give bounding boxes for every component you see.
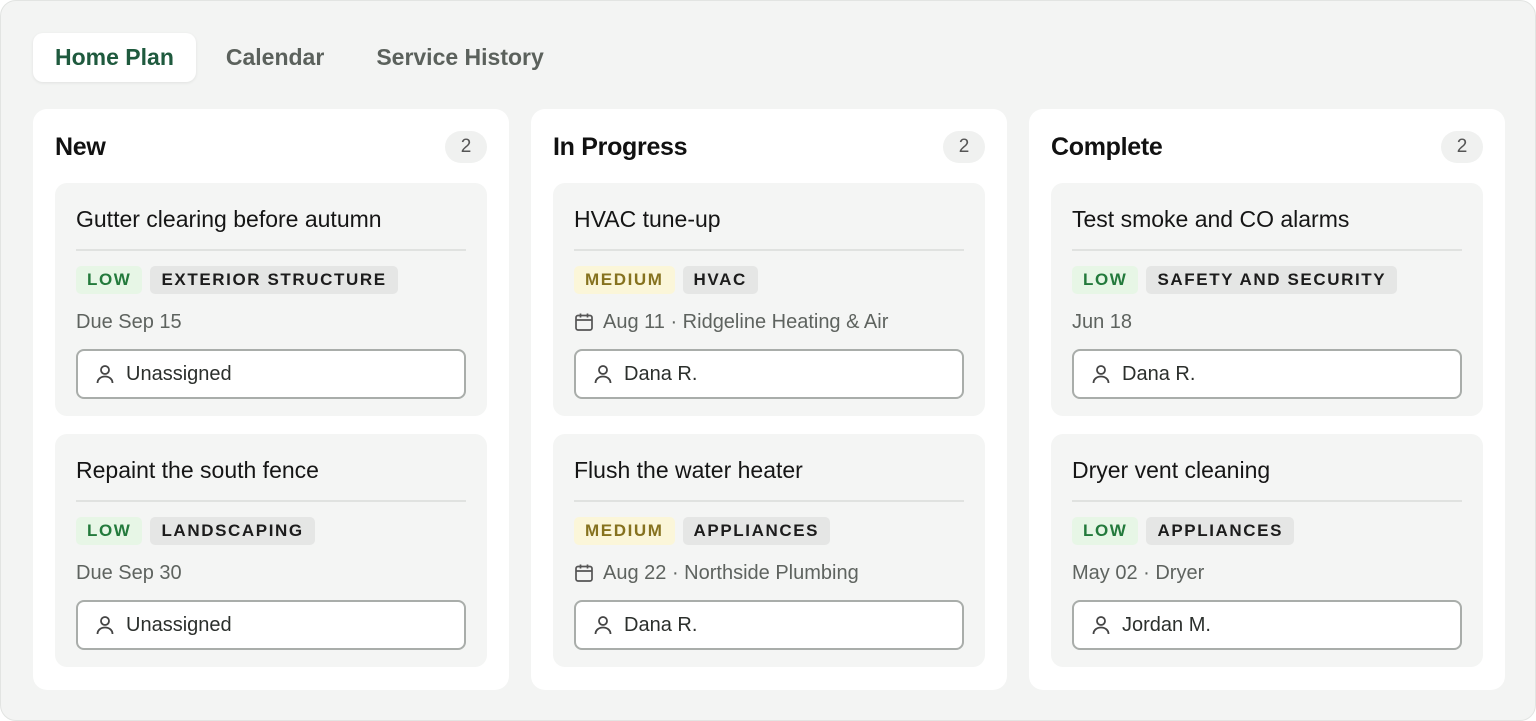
column-in-progress: In Progress 2 HVAC tune-up MEDIUM HVAC A… xyxy=(531,109,1007,690)
task-meta-text: Aug 11 · Ridgeline Heating & Air xyxy=(603,310,889,333)
assignee-name: Dana R. xyxy=(624,362,698,385)
column-count-badge: 2 xyxy=(1441,131,1483,163)
category-badge: APPLIANCES xyxy=(682,517,831,545)
user-icon xyxy=(1092,365,1110,384)
tab-bar: Home Plan Calendar Service History xyxy=(33,33,566,82)
user-icon xyxy=(1092,616,1110,635)
priority-badge: LOW xyxy=(76,266,143,294)
task-meta-text: Jun 18 xyxy=(1072,310,1133,333)
tag-row: LOW APPLIANCES xyxy=(1072,517,1462,545)
task-meta: Aug 22 · Northside Plumbing xyxy=(574,559,964,587)
column-complete: Complete 2 Test smoke and CO alarms LOW … xyxy=(1029,109,1505,690)
task-meta: Due Sep 15 xyxy=(76,308,466,336)
card-divider xyxy=(1072,249,1462,251)
task-meta: May 02 · Dryer xyxy=(1072,559,1462,587)
task-title: Test smoke and CO alarms xyxy=(1072,206,1350,232)
tag-row: LOW EXTERIOR STRUCTURE xyxy=(76,266,466,294)
task-card[interactable]: Flush the water heater MEDIUM APPLIANCES… xyxy=(553,434,985,667)
task-title: Flush the water heater xyxy=(574,457,803,483)
assignee-button[interactable]: Unassigned xyxy=(76,600,466,650)
task-meta-text: Due Sep 30 xyxy=(76,561,182,584)
task-meta: Due Sep 30 xyxy=(76,559,466,587)
task-card[interactable]: Test smoke and CO alarms LOW SAFETY AND … xyxy=(1051,183,1483,416)
user-icon xyxy=(96,616,114,635)
task-meta-text: Due Sep 15 xyxy=(76,310,182,333)
category-badge: APPLIANCES xyxy=(1146,517,1295,545)
tag-row: LOW SAFETY AND SECURITY xyxy=(1072,266,1462,294)
card-divider xyxy=(76,249,466,251)
tag-row: MEDIUM APPLIANCES xyxy=(574,517,964,545)
user-icon xyxy=(594,616,612,635)
calendar-icon xyxy=(575,564,593,582)
assignee-name: Dana R. xyxy=(624,613,698,636)
assignee-button[interactable]: Jordan M. xyxy=(1072,600,1462,650)
priority-badge: LOW xyxy=(1072,517,1139,545)
column-count-badge: 2 xyxy=(943,131,985,163)
column-title: Complete xyxy=(1051,132,1163,161)
tag-row: MEDIUM HVAC xyxy=(574,266,964,294)
task-meta-text: May 02 · Dryer xyxy=(1072,561,1205,584)
task-card[interactable]: Repaint the south fence LOW LANDSCAPING … xyxy=(55,434,487,667)
tab-service-history[interactable]: Service History xyxy=(354,33,565,82)
column-new: New 2 Gutter clearing before autumn LOW … xyxy=(33,109,509,690)
assignee-name: Unassigned xyxy=(126,613,232,636)
task-card[interactable]: Gutter clearing before autumn LOW EXTERI… xyxy=(55,183,487,416)
card-divider xyxy=(574,249,964,251)
user-icon xyxy=(96,365,114,384)
card-divider xyxy=(1072,500,1462,502)
app-frame: Home Plan Calendar Service History New 2… xyxy=(0,0,1536,721)
column-header: New 2 xyxy=(55,131,487,163)
category-badge: SAFETY AND SECURITY xyxy=(1146,266,1398,294)
tab-home-plan[interactable]: Home Plan xyxy=(33,33,196,82)
task-title: Repaint the south fence xyxy=(76,457,319,483)
task-card[interactable]: Dryer vent cleaning LOW APPLIANCES May 0… xyxy=(1051,434,1483,667)
category-badge: HVAC xyxy=(682,266,758,294)
assignee-name: Dana R. xyxy=(1122,362,1196,385)
assignee-button[interactable]: Dana R. xyxy=(1072,349,1462,399)
tab-calendar[interactable]: Calendar xyxy=(204,33,346,82)
priority-badge: MEDIUM xyxy=(574,266,675,294)
kanban-board: New 2 Gutter clearing before autumn LOW … xyxy=(33,109,1505,690)
assignee-name: Unassigned xyxy=(126,362,232,385)
card-divider xyxy=(76,500,466,502)
column-title: New xyxy=(55,132,106,161)
task-title: Dryer vent cleaning xyxy=(1072,457,1271,483)
task-meta-text: Aug 22 · Northside Plumbing xyxy=(603,561,859,584)
task-card[interactable]: HVAC tune-up MEDIUM HVAC Aug 11 · Ridgel… xyxy=(553,183,985,416)
task-title: Gutter clearing before autumn xyxy=(76,206,382,232)
category-badge: LANDSCAPING xyxy=(150,517,315,545)
priority-badge: LOW xyxy=(1072,266,1139,294)
user-icon xyxy=(594,365,612,384)
task-meta: Aug 11 · Ridgeline Heating & Air xyxy=(574,308,964,336)
column-title: In Progress xyxy=(553,132,688,161)
assignee-button[interactable]: Dana R. xyxy=(574,600,964,650)
assignee-button[interactable]: Dana R. xyxy=(574,349,964,399)
assignee-button[interactable]: Unassigned xyxy=(76,349,466,399)
task-meta: Jun 18 xyxy=(1072,308,1462,336)
priority-badge: LOW xyxy=(76,517,143,545)
card-divider xyxy=(574,500,964,502)
column-header: Complete 2 xyxy=(1051,131,1483,163)
tag-row: LOW LANDSCAPING xyxy=(76,517,466,545)
column-count-badge: 2 xyxy=(445,131,487,163)
category-badge: EXTERIOR STRUCTURE xyxy=(150,266,398,294)
calendar-icon xyxy=(575,313,593,331)
priority-badge: MEDIUM xyxy=(574,517,675,545)
task-title: HVAC tune-up xyxy=(574,206,721,232)
column-header: In Progress 2 xyxy=(553,131,985,163)
assignee-name: Jordan M. xyxy=(1122,613,1211,636)
